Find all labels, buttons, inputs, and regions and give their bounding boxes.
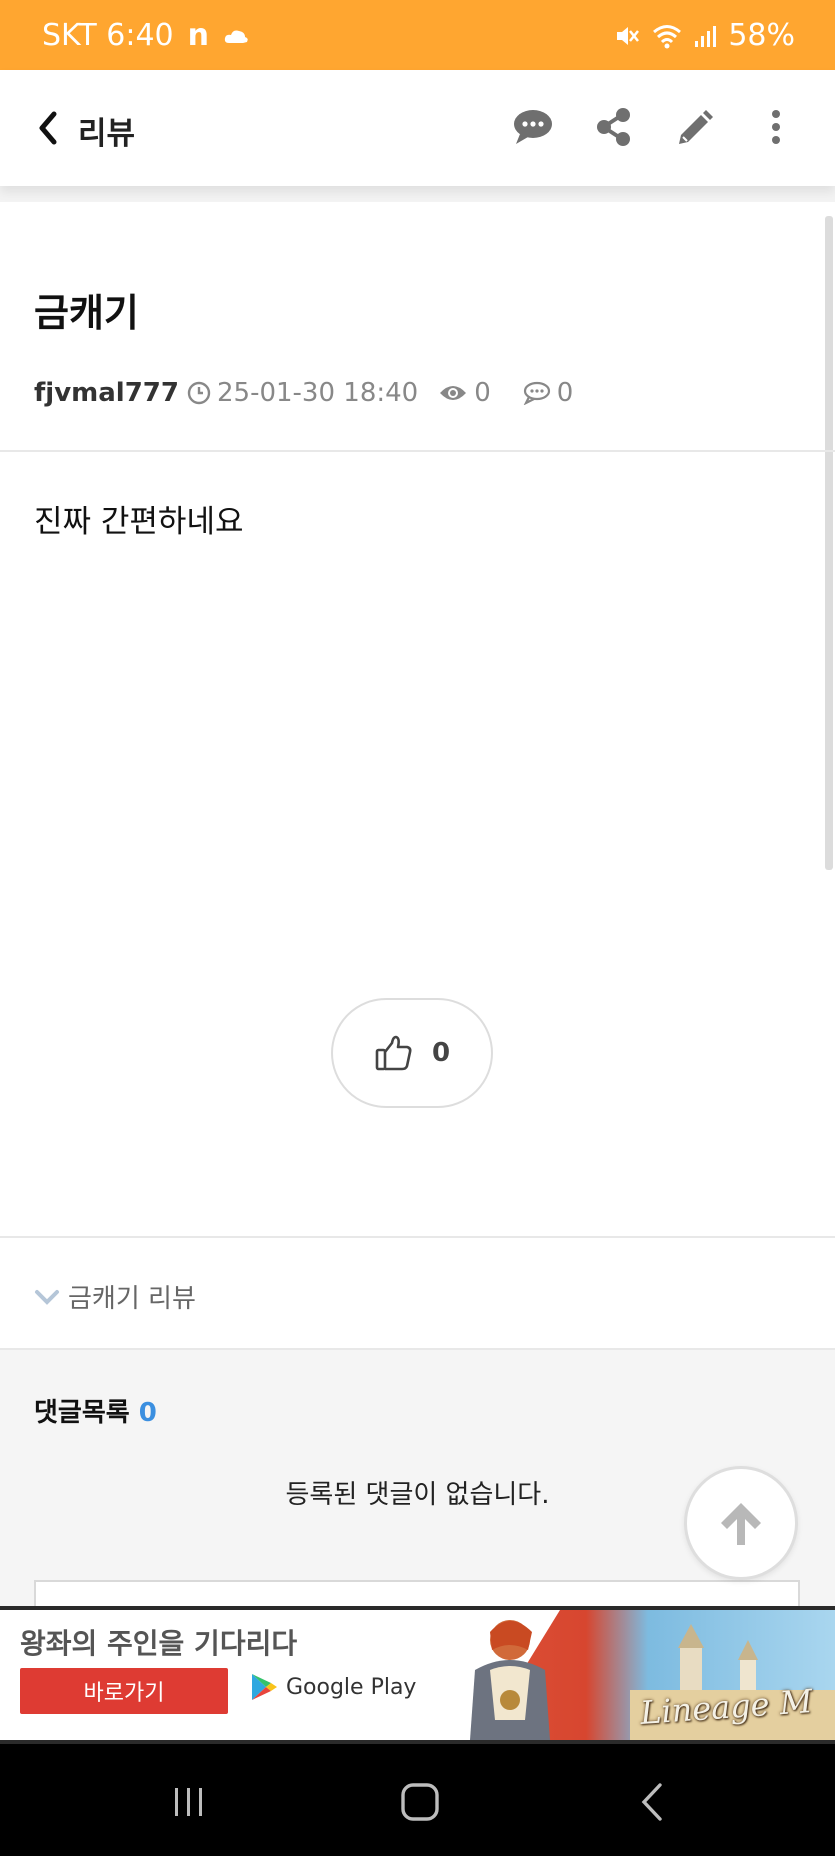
ad-headline: 왕좌의 주인을 기다리다 [20,1627,298,1660]
nav-back-button[interactable] [632,1780,676,1824]
recent-apps-button[interactable] [166,1780,210,1824]
app-header: 리뷰 [0,70,835,186]
signal-icon [695,25,717,47]
view-count: 0 [474,378,491,408]
category-link[interactable]: 금캐기 리뷰 [34,1278,196,1315]
back-icon [39,111,57,145]
like-button[interactable]: 0 [331,998,493,1108]
comment-count: 0 [556,378,574,408]
google-play-label: Google Play [286,1674,417,1700]
home-icon [401,1783,439,1821]
chevron-down-icon [35,1289,59,1305]
comments-heading: 댓글목록 0 [34,1392,157,1429]
post-author[interactable]: fjvmal777 [34,378,179,408]
comment-icon [514,110,552,144]
recent-apps-icon [175,1788,202,1816]
post-title: 금캐기 [34,291,139,335]
arrow-up-icon [721,1503,761,1545]
share-icon [597,108,630,146]
scrollbar[interactable] [825,216,833,870]
status-bar: SKT 6:40 n 58% [0,0,835,70]
google-play-badge[interactable]: Google Play [250,1672,416,1702]
comments-title: 댓글목록 [34,1398,130,1428]
back-nav-icon [641,1783,662,1821]
post-body: 진짜 간편하네요 [34,504,244,540]
ad-cta-button[interactable]: 바로가기 [20,1668,228,1714]
battery-text: 58% [728,18,795,53]
wifi-icon [653,24,682,48]
more-button[interactable] [753,104,799,150]
cloud-icon [224,30,248,43]
edit-icon [679,110,713,144]
edit-button[interactable] [672,104,718,150]
back-button[interactable] [34,108,62,148]
category-label: 금캐기 리뷰 [68,1284,196,1314]
divider [0,1236,835,1238]
more-vertical-icon [772,110,780,144]
mute-icon [617,26,640,45]
google-play-icon [252,1674,277,1700]
header-gap [0,186,835,202]
home-button[interactable] [398,1780,442,1824]
post-meta: fjvmal777 25-01-30 18:40 0 0 [34,376,583,410]
page-title: 리뷰 [78,116,136,152]
share-button[interactable] [591,104,637,150]
thumbs-up-icon [375,1035,412,1071]
eye-icon [440,386,467,400]
carrier-time: SKT 6:40 [42,18,174,53]
clock-icon [187,381,211,405]
notification-n-icon: n [187,18,209,53]
comment-count-icon [523,381,550,405]
like-count: 0 [431,1038,451,1068]
system-nav-bar [0,1744,835,1856]
divider [0,450,835,452]
ad-banner[interactable]: Lineage M 왕좌의 주인을 기다리다 바로가기 Google Play [0,1606,835,1744]
comment-button[interactable] [510,104,556,150]
comments-count: 0 [138,1398,157,1428]
scroll-to-top-button[interactable] [684,1466,798,1580]
post-datetime: 25-01-30 18:40 [217,378,419,408]
